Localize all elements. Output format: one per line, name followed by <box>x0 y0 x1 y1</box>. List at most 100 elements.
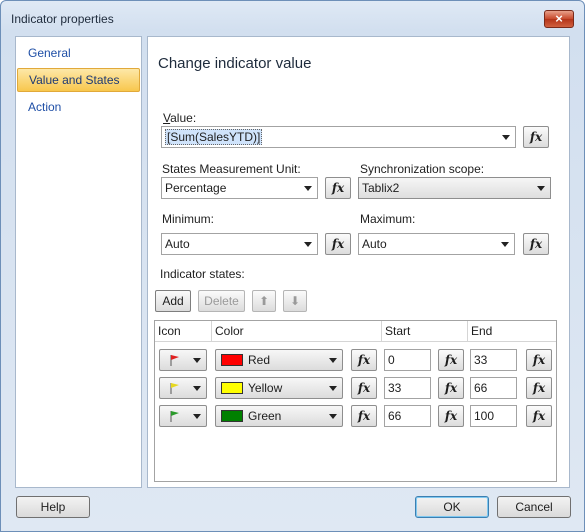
page-title: Change indicator value <box>158 55 312 72</box>
add-state-button[interactable]: Add <box>155 290 191 312</box>
ok-label: OK <box>443 500 461 514</box>
function-icon: fx <box>331 237 345 251</box>
chevron-down-icon <box>329 414 337 419</box>
icon-selector[interactable] <box>159 405 207 427</box>
chevron-down-icon <box>329 386 337 391</box>
end-input[interactable]: 100 <box>470 405 517 427</box>
nav-item-value-and-states[interactable]: Value and States <box>17 68 140 92</box>
color-name: Red <box>248 353 271 367</box>
chevron-down-icon <box>537 186 545 191</box>
navigation-panel: General Value and States Action <box>15 36 142 488</box>
color-selector[interactable]: Yellow <box>215 377 343 399</box>
value-text: [Sum(SalesYTD)] <box>165 129 263 145</box>
color-expression-button[interactable]: fx <box>351 349 377 371</box>
function-icon: fx <box>444 381 458 395</box>
maximum-value: Auto <box>362 237 387 251</box>
nav-item-general[interactable]: General <box>17 42 140 66</box>
states-unit-expression-button[interactable]: fx <box>325 177 351 199</box>
end-input[interactable]: 33 <box>470 349 517 371</box>
minimum-label: Minimum: <box>162 212 215 226</box>
start-input[interactable]: 66 <box>384 405 431 427</box>
window-title: Indicator properties <box>11 12 114 26</box>
states-unit-value: Percentage <box>165 181 227 195</box>
start-expression-button[interactable]: fx <box>438 405 464 427</box>
color-selector[interactable]: Red <box>215 349 343 371</box>
color-name: Yellow <box>248 381 283 395</box>
sync-scope-value: Tablix2 <box>362 181 400 195</box>
yellow-flag-icon <box>170 383 179 394</box>
ok-button[interactable]: OK <box>415 496 489 518</box>
states-unit-label: States Measurement Unit: <box>162 162 301 176</box>
start-input[interactable]: 33 <box>384 377 431 399</box>
chevron-down-icon <box>501 242 509 247</box>
indicator-states-label: Indicator states: <box>160 267 245 281</box>
end-expression-button[interactable]: fx <box>526 349 552 371</box>
color-swatch <box>221 354 243 366</box>
close-button[interactable]: × <box>544 10 574 28</box>
start-expression-button[interactable]: fx <box>438 349 464 371</box>
function-icon: fx <box>357 353 371 367</box>
color-expression-button[interactable]: fx <box>351 377 377 399</box>
cancel-label: Cancel <box>515 500 553 514</box>
color-expression-button[interactable]: fx <box>351 405 377 427</box>
sync-scope-label: Synchronization scope: <box>360 162 485 176</box>
icon-selector[interactable] <box>159 377 207 399</box>
color-swatch <box>221 410 243 422</box>
move-up-button[interactable]: ⬆ <box>252 290 276 312</box>
green-flag-icon <box>170 411 179 422</box>
chevron-down-icon <box>304 186 312 191</box>
indicator-states-grid: Icon Color Start End Red fx 0 fx 33 fx Y… <box>154 320 557 482</box>
column-header-end: End <box>468 321 556 342</box>
function-icon: fx <box>532 353 546 367</box>
arrow-down-icon: ⬇ <box>289 294 301 308</box>
content-panel: Change indicator value Value: [Sum(Sales… <box>147 36 570 488</box>
minimum-value: Auto <box>165 237 190 251</box>
states-unit-combo[interactable]: Percentage <box>161 177 318 199</box>
help-button[interactable]: Help <box>16 496 90 518</box>
function-icon: fx <box>532 409 546 423</box>
nav-item-action[interactable]: Action <box>17 96 140 120</box>
icon-selector[interactable] <box>159 349 207 371</box>
function-icon: fx <box>529 130 543 144</box>
nav-item-label: General <box>28 46 71 60</box>
value-label-rest: alue: <box>170 111 197 125</box>
column-header-start: Start <box>382 321 468 342</box>
function-icon: fx <box>331 181 345 195</box>
start-input[interactable]: 0 <box>384 349 431 371</box>
function-icon: fx <box>529 237 543 251</box>
column-header-icon: Icon <box>155 321 212 342</box>
chevron-down-icon <box>193 414 201 419</box>
chevron-down-icon <box>502 135 510 140</box>
chevron-down-icon <box>193 386 201 391</box>
nav-item-label: Value and States <box>29 73 120 87</box>
color-selector[interactable]: Green <box>215 405 343 427</box>
function-icon: fx <box>444 409 458 423</box>
sync-scope-combo[interactable]: Tablix2 <box>358 177 551 199</box>
arrow-up-icon: ⬆ <box>258 294 270 308</box>
maximum-combo[interactable]: Auto <box>358 233 515 255</box>
delete-state-button[interactable]: Delete <box>198 290 245 312</box>
end-input[interactable]: 66 <box>470 377 517 399</box>
end-expression-button[interactable]: fx <box>526 405 552 427</box>
column-header-color: Color <box>212 321 382 342</box>
function-icon: fx <box>357 381 371 395</box>
maximum-label: Maximum: <box>360 212 416 226</box>
function-icon: fx <box>532 381 546 395</box>
minimum-combo[interactable]: Auto <box>161 233 318 255</box>
help-label: Help <box>40 500 66 514</box>
value-combo[interactable]: [Sum(SalesYTD)] <box>161 126 516 148</box>
add-state-label: Add <box>162 294 184 308</box>
chevron-down-icon <box>329 358 337 363</box>
minimum-expression-button[interactable]: fx <box>325 233 351 255</box>
delete-state-label: Delete <box>204 294 239 308</box>
value-expression-button[interactable]: fx <box>523 126 549 148</box>
title-bar: Indicator properties × <box>1 1 584 35</box>
chevron-down-icon <box>304 242 312 247</box>
cancel-button[interactable]: Cancel <box>497 496 571 518</box>
function-icon: fx <box>357 409 371 423</box>
move-down-button[interactable]: ⬇ <box>283 290 307 312</box>
end-expression-button[interactable]: fx <box>526 377 552 399</box>
start-expression-button[interactable]: fx <box>438 377 464 399</box>
maximum-expression-button[interactable]: fx <box>523 233 549 255</box>
value-label: Value: <box>163 111 197 125</box>
